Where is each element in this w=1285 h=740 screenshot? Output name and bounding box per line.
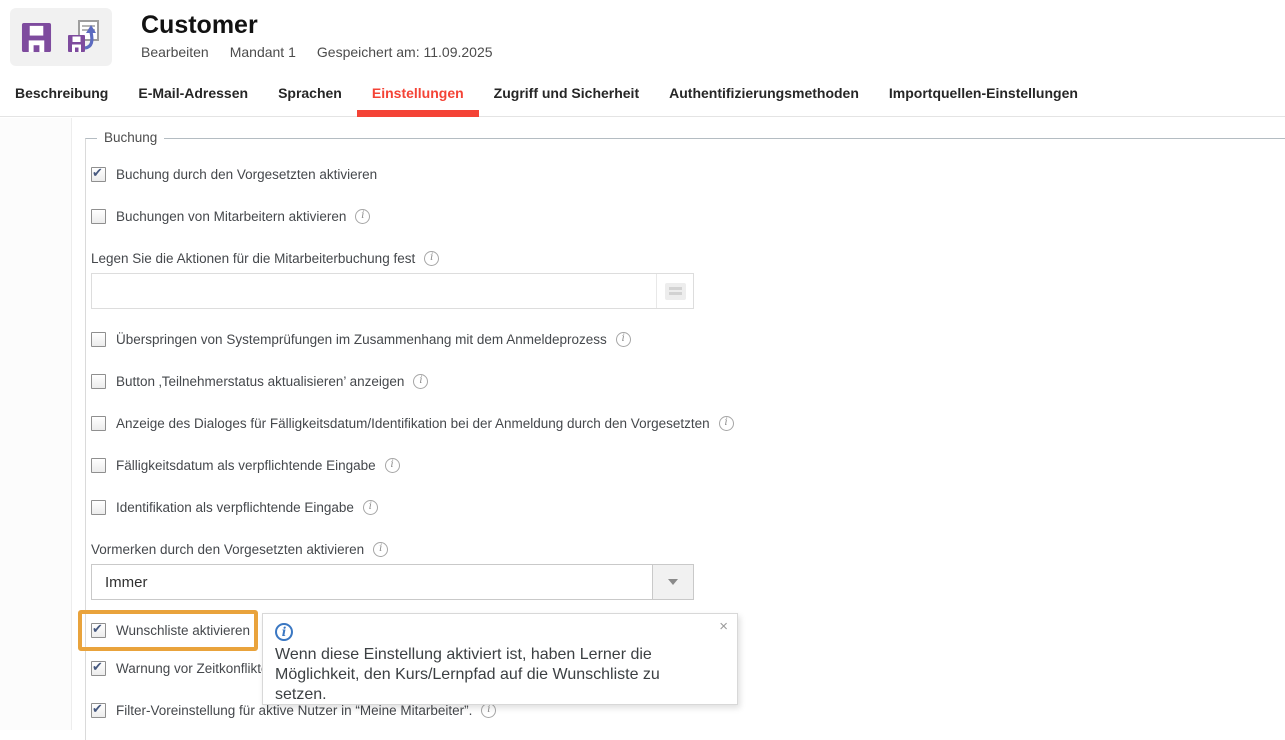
- field-label-text: Vormerken durch den Vorgesetzten aktivie…: [91, 542, 364, 557]
- wunschliste-tooltip: i × Wenn diese Einstellung aktiviert ist…: [262, 613, 738, 705]
- info-icon[interactable]: i: [355, 209, 370, 224]
- tab-authentifizierungsmethoden[interactable]: Authentifizierungsmethoden: [654, 70, 874, 116]
- info-icon[interactable]: i: [719, 416, 734, 431]
- info-icon[interactable]: i: [413, 374, 428, 389]
- checkbox[interactable]: ✔: [91, 209, 106, 224]
- checkbox[interactable]: ✔: [91, 703, 106, 718]
- aktionen-multiselect: [91, 273, 694, 309]
- tab-zugriff-und-sicherheit[interactable]: Zugriff und Sicherheit: [479, 70, 654, 116]
- field-label-vormerken: Vormerken durch den Vorgesetzten aktivie…: [91, 541, 1285, 558]
- tooltip-text: Wenn diese Einstellung aktiviert ist, ha…: [275, 645, 709, 705]
- tab-sprachen[interactable]: Sprachen: [263, 70, 357, 116]
- field-label-text: Legen Sie die Aktionen für die Mitarbeit…: [91, 251, 415, 266]
- checkbox-label: Identifikation als verpflichtende Eingab…: [116, 500, 354, 515]
- check-icon: ✔: [92, 701, 103, 717]
- checkbox[interactable]: ✔: [91, 167, 106, 182]
- checkbox-label: Überspringen von Systemprüfungen im Zusa…: [116, 332, 607, 347]
- checkbox-label: Wunschliste aktivieren: [116, 623, 250, 638]
- info-icon[interactable]: i: [616, 332, 631, 347]
- checkbox[interactable]: ✔: [91, 374, 106, 389]
- checkbox-label: Filter-Voreinstellung für aktive Nutzer …: [116, 703, 472, 718]
- checkbox-row-systempruefungen: ✔ Überspringen von Systemprüfungen im Zu…: [91, 331, 1285, 348]
- tab-bar: Beschreibung E-Mail-Adressen Sprachen Ei…: [0, 70, 1285, 117]
- header-meta: Bearbeiten Mandant 1 Gespeichert am: 11.…: [141, 44, 493, 60]
- checkbox-label: Fälligkeitsdatum als verpflichtende Eing…: [116, 458, 376, 473]
- info-icon[interactable]: i: [363, 500, 378, 515]
- checkbox-row-teilnehmerstatus-button: ✔ Button ‚Teilnehmerstatus aktualisieren…: [91, 373, 1285, 390]
- checkbox[interactable]: ✔: [91, 458, 106, 473]
- checkbox[interactable]: ✔: [91, 661, 106, 676]
- checkbox-row-dialog-anzeige: ✔ Anzeige des Dialoges für Fälligkeitsda…: [91, 415, 1285, 432]
- tab-beschreibung[interactable]: Beschreibung: [0, 70, 123, 116]
- dropdown-button[interactable]: [652, 565, 693, 599]
- checkbox-label: Buchung durch den Vorgesetzten aktiviere…: [116, 167, 377, 182]
- info-icon[interactable]: i: [424, 251, 439, 266]
- vormerken-select[interactable]: Immer: [91, 564, 694, 600]
- info-icon[interactable]: i: [385, 458, 400, 473]
- checkbox-label: Warnung vor Zeitkonflikten: [116, 661, 276, 676]
- checkbox[interactable]: ✔: [91, 500, 106, 515]
- info-icon[interactable]: i: [481, 703, 496, 718]
- save-icon[interactable]: [21, 22, 52, 53]
- check-icon: ✔: [92, 659, 103, 675]
- mode-label: Bearbeiten: [141, 44, 209, 60]
- checkbox[interactable]: ✔: [91, 623, 106, 638]
- close-icon[interactable]: ×: [719, 618, 728, 635]
- tab-email-adressen[interactable]: E-Mail-Adressen: [123, 70, 263, 116]
- checkbox-label: Button ‚Teilnehmerstatus aktualisieren’ …: [116, 374, 404, 389]
- save-and-export-icon[interactable]: [65, 19, 101, 55]
- checkbox-row-faelligkeitsdatum: ✔ Fälligkeitsdatum als verpflichtende Ei…: [91, 457, 1285, 474]
- tab-einstellungen[interactable]: Einstellungen: [357, 70, 479, 116]
- client-label: Mandant 1: [230, 44, 296, 60]
- checkbox-label: Buchungen von Mitarbeitern aktivieren: [116, 209, 346, 224]
- page-title: Customer: [141, 11, 493, 39]
- checkbox-row-buchungen-mitarbeiter: ✔ Buchungen von Mitarbeitern aktivieren …: [91, 208, 1285, 225]
- checkbox-label: Anzeige des Dialoges für Fälligkeitsdatu…: [116, 416, 710, 431]
- save-toolbar: [10, 8, 112, 66]
- info-icon[interactable]: i: [373, 542, 388, 557]
- left-rail: [0, 118, 72, 730]
- field-label-aktionen: Legen Sie die Aktionen für die Mitarbeit…: [91, 250, 1285, 267]
- checkbox[interactable]: ✔: [91, 332, 106, 347]
- group-title: Buchung: [97, 130, 164, 145]
- page-header: Customer Bearbeiten Mandant 1 Gespeicher…: [0, 0, 1285, 70]
- checkbox[interactable]: ✔: [91, 416, 106, 431]
- aktionen-input[interactable]: [92, 274, 656, 308]
- checkbox-row-identifikation: ✔ Identifikation als verpflichtende Eing…: [91, 499, 1285, 516]
- select-value: Immer: [92, 565, 652, 599]
- wunschliste-highlight-box: ✔ Wunschliste aktivieren: [78, 610, 258, 651]
- saved-timestamp: Gespeichert am: 11.09.2025: [317, 44, 493, 60]
- chevron-down-icon: [668, 579, 678, 585]
- info-icon: i: [275, 623, 293, 641]
- check-icon: ✔: [92, 165, 103, 181]
- check-icon: ✔: [92, 621, 103, 637]
- checkbox-row-buchung-vorgesetzte: ✔ Buchung durch den Vorgesetzten aktivie…: [91, 166, 1285, 183]
- open-picker-button[interactable]: [656, 274, 693, 308]
- list-icon: [665, 283, 686, 300]
- tab-importquellen-einstellungen[interactable]: Importquellen-Einstellungen: [874, 70, 1093, 116]
